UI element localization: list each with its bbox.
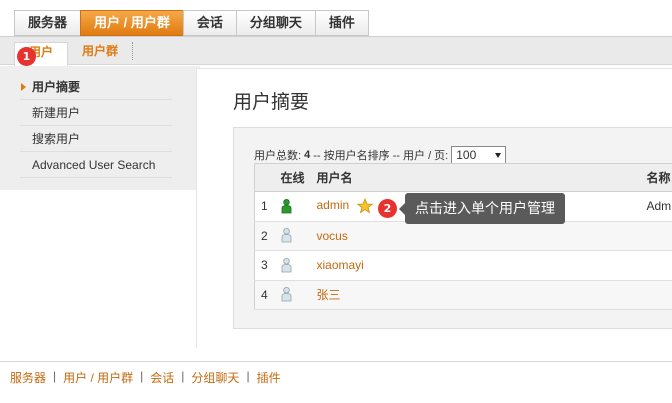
tab-group-chat[interactable]: 分组聊天 [235, 10, 315, 36]
header-username: 用户名 [310, 163, 641, 192]
user-count-bar: 用户总数: 4 -- 按用户名排序 -- 用户 / 页: 100 [254, 146, 507, 164]
sub-navigation: 用户 用户群 [0, 37, 672, 66]
footer-link-sessions[interactable]: 会话 [150, 369, 174, 386]
subtab-user-groups[interactable]: 用户群 [68, 42, 134, 60]
username-link[interactable]: xiaomayi [317, 258, 364, 272]
footer-separator: | [140, 369, 144, 383]
row-number: 1 [254, 191, 275, 222]
username-link[interactable]: admin [317, 198, 350, 212]
admin-star-icon [356, 198, 373, 214]
name-cell: Adm [640, 191, 672, 222]
footer-link-group-chat[interactable]: 分组聊天 [191, 369, 239, 386]
annotation-tooltip: 点击进入单个用户管理 [399, 193, 565, 224]
user-offline-icon [281, 287, 291, 302]
active-arrow-icon [21, 83, 26, 91]
sort-info: -- 按用户名排序 -- 用户 / 页: [313, 150, 449, 162]
table-row: 4 张三 [254, 280, 672, 310]
username-cell: xiaomayi [310, 250, 641, 281]
sidebar-item-create-user[interactable]: 新建用户 [20, 100, 172, 126]
row-number: 3 [254, 250, 275, 281]
footer: 服务器 | 用户 / 用户群 | 会话 | 分组聊天 | 插件 [0, 361, 672, 403]
username-link[interactable]: 张三 [317, 288, 341, 302]
sidebar-item-user-summary[interactable]: 用户摘要 [20, 74, 172, 100]
tab-sessions[interactable]: 会话 [182, 10, 236, 36]
user-list-panel: 用户总数: 4 -- 按用户名排序 -- 用户 / 页: 100 在线 用户名 … [233, 127, 672, 329]
footer-separator: | [53, 369, 57, 383]
header-number [254, 163, 275, 192]
sidebar-item-label: 搜索用户 [32, 132, 81, 146]
dropdown-caret-icon [495, 152, 502, 158]
annotation-badge-1: 1 [17, 47, 36, 66]
top-navigation: 服务器 用户 / 用户群 会话 分组聊天 插件 [0, 0, 672, 37]
sidebar-item-search-user[interactable]: 搜索用户 [20, 126, 172, 152]
username-link[interactable]: vocus [317, 229, 348, 243]
table-header-row: 在线 用户名 名称 [254, 163, 672, 192]
user-offline-icon [281, 228, 291, 243]
footer-separator: | [181, 369, 185, 383]
row-number: 2 [254, 221, 275, 251]
table-row: 2 vocus [254, 221, 672, 251]
online-status [274, 191, 311, 222]
user-online-icon [281, 198, 291, 214]
total-users-count: 4 [304, 149, 311, 161]
top-tabs: 服务器 用户 / 用户群 会话 分组聊天 插件 [14, 10, 369, 36]
footer-links: 服务器 | 用户 / 用户群 | 会话 | 分组聊天 | 插件 [10, 369, 281, 386]
per-page-value: 100 [456, 148, 477, 162]
sidebar-item-advanced-search[interactable]: Advanced User Search [20, 152, 172, 178]
online-status [274, 250, 311, 281]
username-cell: vocus [310, 221, 641, 251]
name-cell [640, 250, 672, 281]
sidebar-item-label: Advanced User Search [32, 158, 156, 172]
user-table: 在线 用户名 名称 1 admin Adm 2 vocus 3 xiaomayi… [254, 163, 672, 310]
table-row: 3 xiaomayi [254, 250, 672, 281]
footer-link-server[interactable]: 服务器 [10, 369, 46, 386]
total-users-label: 用户总数: [254, 150, 302, 162]
tooltip-pointer [399, 203, 405, 215]
annotation-badge-2: 2 [378, 199, 397, 218]
tooltip-text: 点击进入单个用户管理 [415, 200, 555, 216]
user-offline-icon [281, 257, 291, 273]
name-cell [640, 221, 672, 251]
sidebar: 用户摘要 新建用户 搜索用户 Advanced User Search [0, 66, 200, 190]
online-status [274, 221, 311, 251]
footer-link-plugins[interactable]: 插件 [257, 369, 281, 386]
header-name: 名称 [640, 163, 672, 192]
tab-server[interactable]: 服务器 [14, 10, 81, 36]
tab-users-groups[interactable]: 用户 / 用户群 [80, 10, 183, 36]
sidebar-item-label: 新建用户 [32, 106, 81, 120]
name-cell [640, 280, 672, 310]
row-number: 4 [254, 280, 275, 310]
footer-separator: | [246, 369, 250, 383]
online-status [274, 280, 311, 310]
tab-plugins[interactable]: 插件 [314, 10, 369, 36]
page-title: 用户摘要 [233, 92, 310, 113]
sidebar-item-label: 用户摘要 [32, 80, 81, 94]
sidebar-menu: 用户摘要 新建用户 搜索用户 Advanced User Search [20, 74, 172, 178]
per-page-select[interactable]: 100 [451, 146, 507, 164]
header-online: 在线 [274, 163, 311, 192]
username-cell: 张三 [310, 280, 641, 310]
footer-link-users-groups[interactable]: 用户 / 用户群 [63, 369, 133, 386]
